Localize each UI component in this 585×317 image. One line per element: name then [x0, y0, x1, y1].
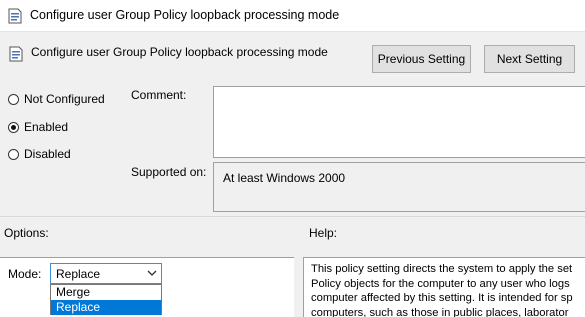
- help-line: computer affected by this setting. It is…: [311, 292, 573, 304]
- title-bar: Configure user Group Policy loopback pro…: [0, 0, 585, 32]
- radio-label: Not Configured: [24, 92, 105, 106]
- policy-setting-icon: [8, 8, 22, 24]
- mode-select-value: Replace: [56, 266, 101, 281]
- supported-on-value: At least Windows 2000: [213, 162, 585, 212]
- radio-label: Disabled: [24, 147, 71, 161]
- chevron-down-icon[interactable]: [147, 267, 157, 282]
- divider: [0, 216, 585, 217]
- options-label: Options:: [4, 226, 49, 240]
- mode-select[interactable]: Replace: [50, 263, 162, 284]
- mode-label: Mode:: [8, 267, 42, 281]
- help-line: Policy objects for the computer to any u…: [311, 277, 570, 290]
- radio-button[interactable]: [8, 93, 19, 105]
- comment-label: Comment:: [131, 88, 187, 102]
- dropdown-option-merge[interactable]: Merge: [51, 285, 161, 300]
- help-label: Help:: [309, 226, 338, 240]
- policy-setting-icon: [9, 46, 23, 62]
- window-title: Configure user Group Policy loopback pro…: [30, 8, 340, 22]
- radio-enabled[interactable]: Enabled: [8, 120, 68, 134]
- radio-button[interactable]: [8, 148, 19, 160]
- next-setting-button[interactable]: Next Setting: [484, 45, 575, 73]
- help-line: This policy setting directs the system t…: [311, 263, 573, 275]
- radio-disabled[interactable]: Disabled: [8, 147, 71, 161]
- dropdown-option-replace[interactable]: Replace: [51, 300, 161, 315]
- policy-heading: Configure user Group Policy loopback pro…: [31, 45, 328, 59]
- supported-on-label: Supported on:: [131, 165, 207, 179]
- radio-button[interactable]: [8, 121, 19, 133]
- help-line: computers, such as those in public place…: [311, 306, 569, 317]
- help-panel: This policy setting directs the system t…: [303, 257, 585, 317]
- radio-label: Enabled: [24, 120, 69, 134]
- previous-setting-button[interactable]: Previous Setting: [372, 45, 471, 73]
- help-text: This policy setting directs the system t…: [311, 262, 585, 317]
- mode-dropdown-list: Merge Replace: [50, 284, 162, 315]
- radio-not-configured[interactable]: Not Configured: [8, 92, 105, 106]
- comment-input[interactable]: [213, 86, 585, 158]
